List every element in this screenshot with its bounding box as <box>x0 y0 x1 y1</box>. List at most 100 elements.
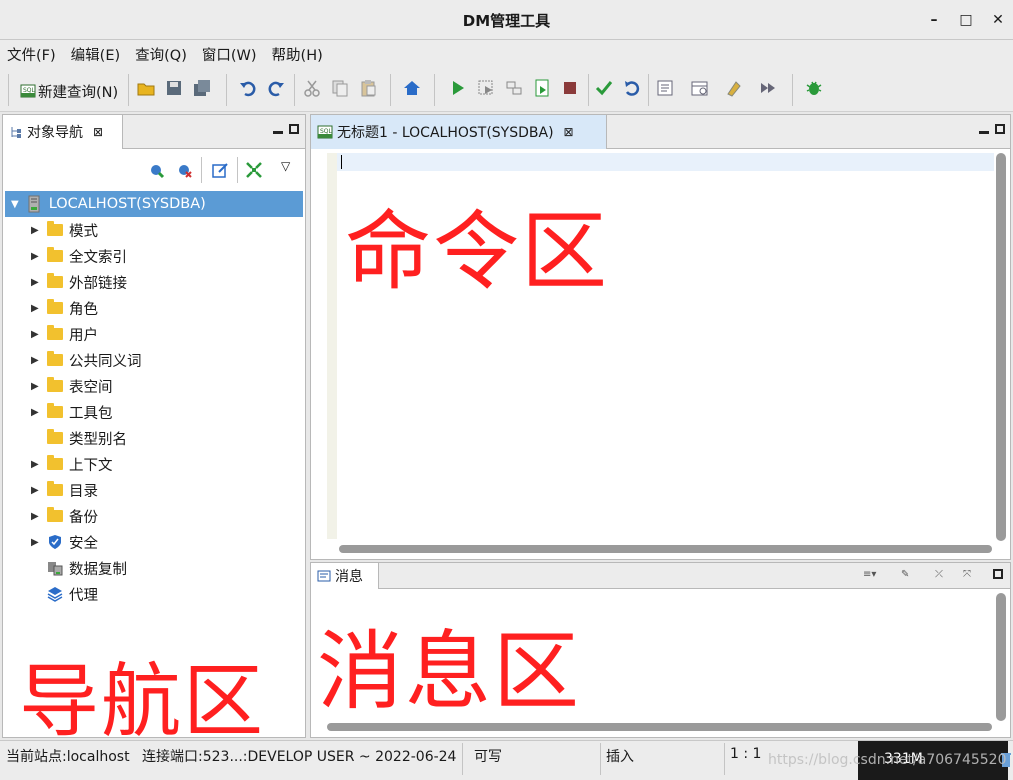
new-query-button[interactable]: SQL 新建查询(N) <box>16 74 122 104</box>
database-server-icon <box>28 195 40 213</box>
save-icon[interactable] <box>164 78 184 98</box>
expand-arrow-icon[interactable]: ▶ <box>31 537 41 548</box>
maximize-button[interactable]: □ <box>956 10 976 30</box>
home-icon[interactable] <box>402 78 422 98</box>
expand-all-icon[interactable] <box>245 161 263 179</box>
tree-item[interactable]: ▶ 模式 <box>5 217 303 243</box>
view-menu-icon[interactable]: ▽ <box>281 159 290 173</box>
word-wrap-icon[interactable]: ≡▾ <box>863 569 876 580</box>
tree-item[interactable]: ▶ 上下文 <box>5 451 303 477</box>
tree-item[interactable]: 类型别名 <box>5 425 303 451</box>
horizontal-scrollbar[interactable] <box>327 723 992 731</box>
pin-icon[interactable]: ⤧ <box>963 569 971 580</box>
line-gutter <box>327 153 337 539</box>
disconnect-icon[interactable] <box>175 161 193 179</box>
menu-file[interactable]: 文件(F) <box>0 40 64 68</box>
tree-item[interactable]: ▶ 目录 <box>5 477 303 503</box>
minimize-button[interactable]: – <box>924 10 944 30</box>
close-tab-icon[interactable]: ⊠ <box>564 125 574 139</box>
title-bar: DM管理工具 – □ ✕ <box>0 0 1013 40</box>
commit-icon[interactable] <box>594 78 614 98</box>
tree-item[interactable]: ▶ 安全 <box>5 529 303 555</box>
maximize-panel-icon[interactable] <box>995 123 1005 137</box>
menu-window[interactable]: 窗口(W) <box>195 40 265 68</box>
vertical-scrollbar[interactable] <box>996 153 1006 541</box>
folder-icon <box>47 429 63 444</box>
expand-arrow-icon[interactable]: ▶ <box>31 225 41 236</box>
tab-messages[interactable]: 消息 <box>311 563 379 589</box>
expand-arrow-icon[interactable]: ▶ <box>31 251 41 262</box>
maximize-panel-icon[interactable] <box>289 123 299 137</box>
tab-object-navigator[interactable]: 对象导航 ⊠ <box>3 115 123 149</box>
tree-item[interactable]: ▶ 用户 <box>5 321 303 347</box>
tree-item-label: 公共同义词 <box>69 353 142 370</box>
open-folder-icon[interactable] <box>136 78 156 98</box>
expand-arrow-icon[interactable]: ▶ <box>31 381 41 392</box>
watermark-text: https://blog.csdn.net/a706745520 <box>768 752 1007 768</box>
tree-item[interactable]: ▶ 表空间 <box>5 373 303 399</box>
tree-item[interactable]: ▶ 全文索引 <box>5 243 303 269</box>
sql-text-area[interactable]: 命令区 <box>313 151 1008 557</box>
tree-item[interactable]: ▶ 公共同义词 <box>5 347 303 373</box>
expand-arrow-icon[interactable]: ▶ <box>31 485 41 496</box>
copy-icon[interactable] <box>330 78 350 98</box>
query-plan-icon[interactable] <box>656 78 676 98</box>
expand-arrow-icon[interactable]: ▶ <box>31 459 41 470</box>
edit-icon[interactable] <box>211 161 229 179</box>
tree-item[interactable]: ▶ 工具包 <box>5 399 303 425</box>
messages-content: 消息区 <box>313 591 1008 735</box>
minimize-panel-icon[interactable] <box>979 123 989 137</box>
run-step-icon[interactable] <box>476 78 496 98</box>
messages-tab-bar: 消息 ≡▾ ✎ ⤫ ⤧ <box>311 563 1010 589</box>
tree-item[interactable]: ▶ 角色 <box>5 295 303 321</box>
message-icon <box>317 570 331 582</box>
save-all-icon[interactable] <box>192 78 212 98</box>
expand-arrow-icon[interactable]: ▶ <box>31 303 41 314</box>
tree-item-label: 代理 <box>69 587 98 604</box>
paste-icon[interactable] <box>358 78 378 98</box>
close-tab-icon[interactable]: ⊠ <box>93 125 103 139</box>
stop-icon[interactable] <box>560 78 580 98</box>
tree-item[interactable]: ▶ 备份 <box>5 503 303 529</box>
menu-query[interactable]: 查询(Q) <box>128 40 195 68</box>
format-icon[interactable] <box>724 78 744 98</box>
collapse-arrow-icon[interactable]: ▼ <box>11 199 19 210</box>
sql-icon: SQL <box>317 125 333 139</box>
tree-root-localhost[interactable]: ▼ LOCALHOST(SYSDBA) <box>5 191 303 217</box>
command-area-annotation: 命令区 <box>345 202 609 302</box>
next-step-icon[interactable] <box>758 78 778 98</box>
tree-item[interactable]: ▶ 外部链接 <box>5 269 303 295</box>
maximize-panel-icon[interactable] <box>993 568 1003 582</box>
rollback-icon[interactable] <box>622 78 642 98</box>
close-button[interactable]: ✕ <box>988 10 1008 30</box>
schedule-icon[interactable] <box>690 78 710 98</box>
connect-icon[interactable] <box>147 161 165 179</box>
menu-help[interactable]: 帮助(H) <box>265 40 331 68</box>
tree-item[interactable]: 代理 <box>5 581 303 607</box>
current-line-highlight <box>337 153 994 171</box>
cut-icon[interactable] <box>302 78 322 98</box>
expand-arrow-icon[interactable]: ▶ <box>31 355 41 366</box>
vertical-scrollbar[interactable] <box>996 593 1006 721</box>
scroll-lock-icon[interactable]: ⤫ <box>935 569 943 580</box>
menu-edit[interactable]: 编辑(E) <box>64 40 128 68</box>
navigation-area-annotation: 导航区 <box>19 655 265 748</box>
run-script-icon[interactable] <box>532 78 552 98</box>
undo-icon[interactable] <box>238 78 258 98</box>
tree-item[interactable]: 数据复制 <box>5 555 303 581</box>
cursor-position-status: 1 : 1 <box>730 746 762 762</box>
expand-arrow-icon[interactable]: ▶ <box>31 329 41 340</box>
explain-icon[interactable] <box>504 78 524 98</box>
debug-icon[interactable] <box>804 78 824 98</box>
clear-messages-icon[interactable]: ✎ <box>901 569 909 580</box>
expand-arrow-icon[interactable]: ▶ <box>31 277 41 288</box>
tab-untitled-query[interactable]: SQL 无标题1 - LOCALHOST(SYSDBA) ⊠ <box>311 115 607 149</box>
redo-icon[interactable] <box>266 78 286 98</box>
folder-icon <box>47 377 63 392</box>
editor-tab-bar: SQL 无标题1 - LOCALHOST(SYSDBA) ⊠ <box>311 115 1010 149</box>
minimize-panel-icon[interactable] <box>273 123 283 137</box>
expand-arrow-icon[interactable]: ▶ <box>31 407 41 418</box>
horizontal-scrollbar[interactable] <box>339 545 992 553</box>
expand-arrow-icon[interactable]: ▶ <box>31 511 41 522</box>
run-icon[interactable] <box>448 78 468 98</box>
